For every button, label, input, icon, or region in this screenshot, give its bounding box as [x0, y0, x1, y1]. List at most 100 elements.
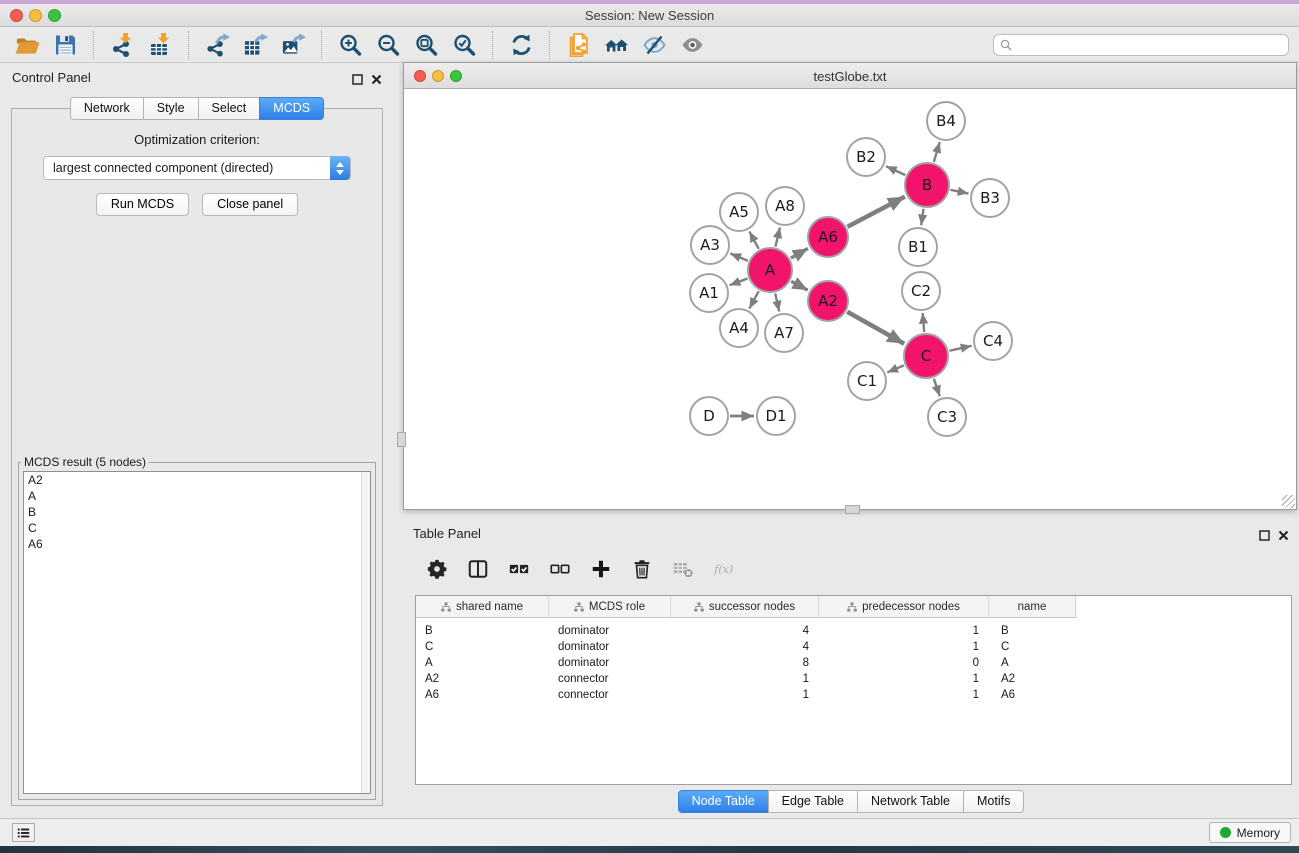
unselect-all-rows-icon[interactable] [548, 557, 572, 581]
bottom-divider-grip[interactable] [845, 505, 860, 514]
graph-node-C4[interactable]: C4 [974, 322, 1012, 360]
graph-node-C2[interactable]: C2 [902, 272, 940, 310]
new-network-from-selection-icon[interactable] [562, 30, 594, 60]
table-cell[interactable]: A2 [989, 671, 1076, 687]
graph-node-B4[interactable]: B4 [927, 102, 965, 140]
graph-node-A[interactable]: A [748, 248, 792, 292]
table-tab-edge-table[interactable]: Edge Table [768, 790, 858, 813]
table-tab-node-table[interactable]: Node Table [678, 790, 769, 813]
close-panel-icon[interactable] [371, 72, 382, 90]
graph-edge-B-B1[interactable] [921, 209, 923, 225]
graph-node-B2[interactable]: B2 [847, 138, 885, 176]
graph-edge-A6-B[interactable] [847, 197, 904, 227]
graph-node-A1[interactable]: A1 [690, 274, 728, 312]
graph-node-C[interactable]: C [904, 334, 948, 378]
mcds-result-list[interactable]: A2ABCA6 [23, 471, 371, 794]
export-network-icon[interactable] [201, 30, 233, 60]
graph-node-D[interactable]: D [690, 397, 728, 435]
table-cell[interactable]: 4 [671, 623, 819, 639]
table-row[interactable]: Bdominator41B [416, 623, 1291, 639]
left-divider-grip[interactable] [397, 432, 406, 447]
graph-edge-A-A6[interactable] [791, 248, 808, 258]
graph-node-A4[interactable]: A4 [720, 309, 758, 347]
control-tab-mcds[interactable]: MCDS [259, 97, 324, 120]
mcds-result-item[interactable]: B [24, 504, 370, 520]
table-cell[interactable]: 1 [819, 671, 989, 687]
graph-edge-A-A7[interactable] [775, 293, 779, 311]
first-neighbors-icon[interactable] [600, 30, 632, 60]
graph-edge-A-A4[interactable] [749, 291, 758, 308]
table-cell[interactable]: connector [549, 671, 671, 687]
table-cell[interactable]: 1 [671, 671, 819, 687]
memory-button[interactable]: Memory [1209, 822, 1291, 843]
graph-edge-C-C2[interactable] [923, 313, 924, 332]
graph-node-A7[interactable]: A7 [765, 314, 803, 352]
table-tab-motifs[interactable]: Motifs [963, 790, 1024, 813]
mcds-result-item[interactable]: A [24, 488, 370, 504]
table-cell[interactable]: dominator [549, 623, 671, 639]
graph-edge-A-A5[interactable] [749, 231, 758, 248]
zoom-in-icon[interactable] [334, 30, 366, 60]
float-table-panel-icon[interactable] [1259, 528, 1270, 546]
column-header-successor-nodes[interactable]: successor nodes [671, 596, 819, 618]
import-table-from-file-icon[interactable] [144, 30, 176, 60]
hide-graphics-details-icon[interactable] [638, 30, 670, 60]
graph-edge-A-A2[interactable] [791, 281, 808, 290]
table-cell[interactable]: B [989, 623, 1076, 639]
table-cell[interactable]: C [416, 639, 549, 655]
table-cell[interactable]: 1 [819, 623, 989, 639]
graph-node-B1[interactable]: B1 [899, 228, 937, 266]
table-cell[interactable]: A6 [989, 687, 1076, 703]
float-panel-icon[interactable] [352, 72, 363, 90]
column-header-shared-name[interactable]: shared name [416, 596, 549, 618]
table-cell[interactable]: 1 [671, 687, 819, 703]
graph-edge-A-A3[interactable] [730, 253, 748, 260]
graph-node-D1[interactable]: D1 [757, 397, 795, 435]
graph-node-A8[interactable]: A8 [766, 187, 804, 225]
table-cell[interactable]: A [989, 655, 1076, 671]
graph-node-A5[interactable]: A5 [720, 193, 758, 231]
graph-edge-C-C1[interactable] [887, 365, 904, 372]
control-tab-style[interactable]: Style [143, 97, 199, 120]
control-tab-select[interactable]: Select [198, 97, 261, 120]
open-session-icon[interactable] [11, 30, 43, 60]
column-header-mcds-role[interactable]: MCDS role [549, 596, 671, 618]
column-browser-icon[interactable] [466, 557, 490, 581]
zoom-out-icon[interactable] [372, 30, 404, 60]
table-cell[interactable]: B [416, 623, 549, 639]
select-all-rows-icon[interactable] [507, 557, 531, 581]
mcds-result-item[interactable]: C [24, 520, 370, 536]
table-cell[interactable]: C [989, 639, 1076, 655]
delete-table-icon[interactable] [671, 557, 695, 581]
control-tab-network[interactable]: Network [70, 97, 144, 120]
table-cell[interactable]: dominator [549, 655, 671, 671]
table-cell[interactable]: connector [549, 687, 671, 703]
table-row[interactable]: Adominator80A [416, 655, 1291, 671]
function-builder-icon[interactable]: f(x) [712, 557, 736, 581]
close-table-panel-icon[interactable] [1278, 528, 1289, 546]
table-cell[interactable]: 8 [671, 655, 819, 671]
graph-edge-B-B4[interactable] [934, 142, 940, 162]
graph-edge-C-C4[interactable] [949, 346, 971, 351]
table-cell[interactable]: 1 [819, 639, 989, 655]
refresh-view-icon[interactable] [505, 30, 537, 60]
graph-edge-A-A1[interactable] [730, 278, 748, 285]
table-tab-network-table[interactable]: Network Table [857, 790, 964, 813]
table-cell[interactable]: 0 [819, 655, 989, 671]
result-list-scrollbar[interactable] [361, 472, 370, 793]
graph-node-B[interactable]: B [905, 163, 949, 207]
graph-node-C3[interactable]: C3 [928, 398, 966, 436]
zoom-selected-icon[interactable] [448, 30, 480, 60]
table-row[interactable]: A6connector11A6 [416, 687, 1291, 703]
network-graph[interactable]: AA1A3A4A5A7A8A6A2BB1B2B3B4CC1C2C3C4DD1 [404, 89, 1296, 509]
column-header-predecessor-nodes[interactable]: predecessor nodes [819, 596, 989, 618]
table-cell[interactable]: A6 [416, 687, 549, 703]
run-mcds-button[interactable]: Run MCDS [96, 193, 189, 216]
graph-edge-B-B2[interactable] [886, 166, 905, 175]
table-cell[interactable]: dominator [549, 639, 671, 655]
criterion-dropdown[interactable]: largest connected component (directed) [43, 156, 351, 180]
task-history-button[interactable] [12, 823, 35, 842]
close-panel-button[interactable]: Close panel [202, 193, 298, 216]
import-network-from-file-icon[interactable] [106, 30, 138, 60]
table-row[interactable]: Cdominator41C [416, 639, 1291, 655]
